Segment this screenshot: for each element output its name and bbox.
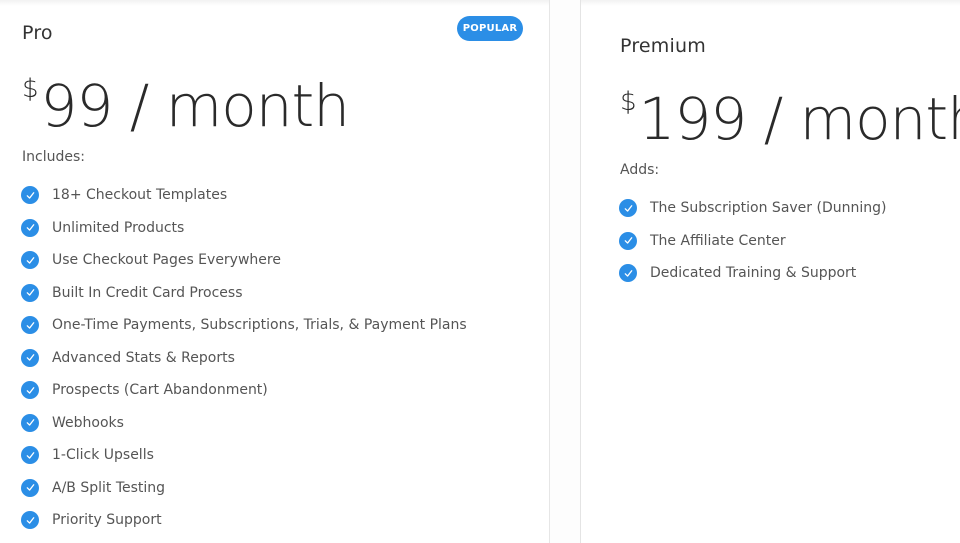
feature-text: A/B Split Testing <box>52 479 166 496</box>
plan-price: $199 / month <box>620 85 960 153</box>
check-circle-icon <box>21 446 39 465</box>
feature-item: Webhooks <box>21 407 467 440</box>
feature-list: The Subscription Saver (Dunning) The Affi… <box>619 192 886 290</box>
check-circle-icon <box>21 316 39 335</box>
feature-text: The Affiliate Center <box>650 232 786 249</box>
check-circle-icon <box>21 251 39 270</box>
feature-item: Priority Support <box>21 504 467 537</box>
check-circle-icon <box>619 231 637 250</box>
feature-item: Prospects (Cart Abandonment) <box>21 374 467 407</box>
plan-card-premium: Premium $199 / month Adds: The Subscript… <box>581 0 960 543</box>
feature-text: Prospects (Cart Abandonment) <box>52 382 268 399</box>
plan-card-pro: Pro POPULAR $99 / month Includes: 18+ Ch… <box>0 0 550 543</box>
feature-item: 18+ Checkout Templates <box>21 179 467 212</box>
check-circle-icon <box>21 478 39 497</box>
check-circle-icon <box>21 348 39 367</box>
feature-item: Built In Credit Card Process <box>21 277 467 310</box>
currency-symbol: $ <box>22 74 39 104</box>
feature-text: The Subscription Saver (Dunning) <box>650 200 887 217</box>
currency-symbol: $ <box>620 87 637 117</box>
plan-name: Premium <box>620 35 706 57</box>
feature-text: Priority Support <box>52 512 162 529</box>
check-circle-icon <box>21 283 39 302</box>
check-circle-icon <box>619 199 637 218</box>
feature-item: Advanced Stats & Reports <box>21 342 467 375</box>
feature-item: A/B Split Testing <box>21 472 467 505</box>
feature-item: Use Checkout Pages Everywhere <box>21 244 467 277</box>
price-amount: 199 / month <box>638 85 960 153</box>
feature-text: Unlimited Products <box>52 219 185 236</box>
features-label: Adds: <box>620 162 660 178</box>
check-circle-icon <box>21 381 39 400</box>
check-circle-icon <box>21 413 39 432</box>
feature-text: Webhooks <box>52 414 124 431</box>
feature-item: Dedicated Training & Support <box>619 257 886 290</box>
check-circle-icon <box>21 511 39 530</box>
feature-item: Unlimited Products <box>21 212 467 245</box>
check-circle-icon <box>619 264 637 283</box>
plan-price: $99 / month <box>22 72 350 140</box>
plan-name: Pro <box>22 22 53 44</box>
feature-item: The Affiliate Center <box>619 225 886 258</box>
feature-item: One-Time Payments, Subscriptions, Trials… <box>21 309 467 342</box>
check-circle-icon <box>21 218 39 237</box>
card-divider <box>550 0 581 543</box>
price-amount: 99 / month <box>40 72 350 140</box>
feature-text: 18+ Checkout Templates <box>52 187 228 204</box>
check-circle-icon <box>21 186 39 205</box>
feature-text: Advanced Stats & Reports <box>52 349 235 366</box>
feature-text: Built In Credit Card Process <box>52 284 243 301</box>
feature-text: One-Time Payments, Subscriptions, Trials… <box>52 317 467 334</box>
feature-list: 18+ Checkout Templates Unlimited Products… <box>21 179 467 537</box>
feature-text: 1-Click Upsells <box>52 447 154 464</box>
feature-text: Dedicated Training & Support <box>650 265 857 282</box>
feature-text: Use Checkout Pages Everywhere <box>52 252 281 269</box>
features-label: Includes: <box>22 149 85 165</box>
feature-item: The Subscription Saver (Dunning) <box>619 192 886 225</box>
feature-item: 1-Click Upsells <box>21 439 467 472</box>
popular-badge: POPULAR <box>457 16 523 41</box>
